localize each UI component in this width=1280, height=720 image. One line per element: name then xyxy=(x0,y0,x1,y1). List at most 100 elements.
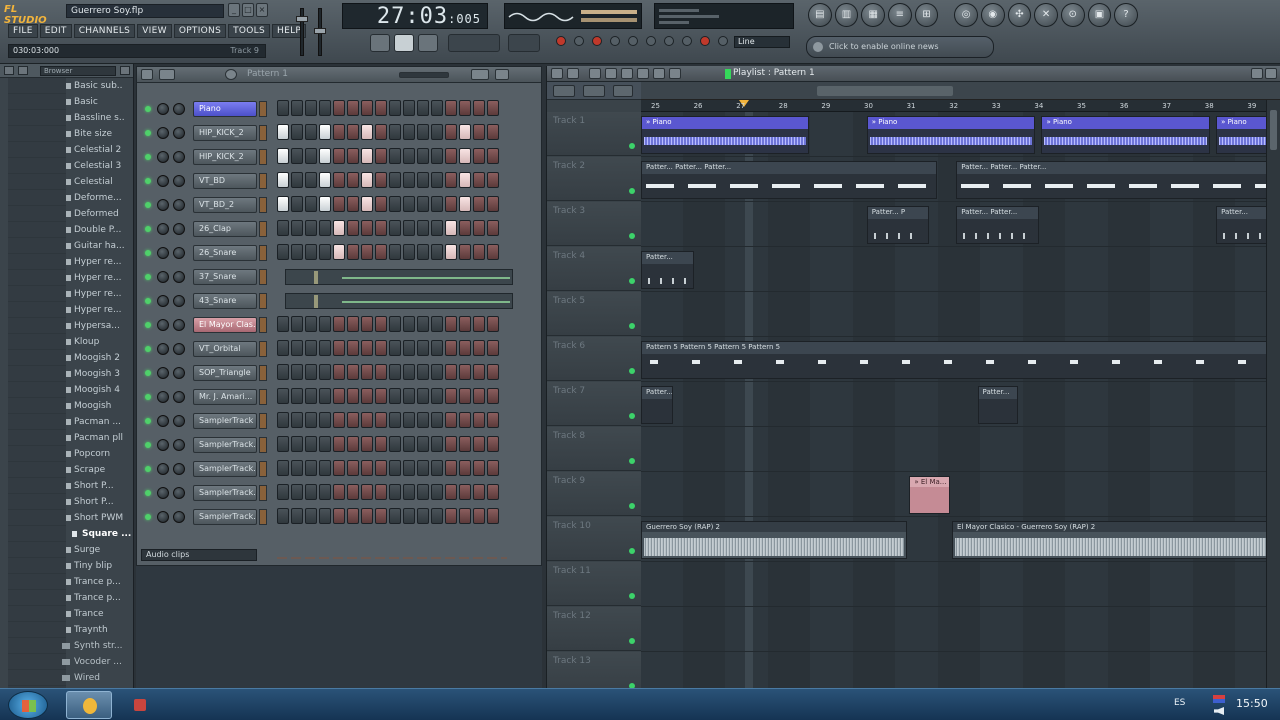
step-button[interactable] xyxy=(319,172,331,188)
step-button[interactable] xyxy=(487,100,499,116)
channel-name-button[interactable]: Mr. J. Amari... xyxy=(193,389,257,405)
step-button[interactable] xyxy=(319,484,331,500)
browser-item[interactable]: Guitar ha... xyxy=(0,238,133,254)
delete-tool-icon[interactable] xyxy=(605,68,617,79)
step-button[interactable] xyxy=(389,388,401,404)
channel-name-button[interactable]: SamplerTrack... xyxy=(193,509,257,525)
step-button[interactable] xyxy=(277,340,289,356)
step-button[interactable] xyxy=(277,436,289,452)
step-button[interactable] xyxy=(431,340,443,356)
channel-volume-knob[interactable] xyxy=(173,367,185,379)
channel-mute-led[interactable] xyxy=(145,370,151,376)
step-button[interactable] xyxy=(389,508,401,524)
slice-tool-icon[interactable] xyxy=(621,68,633,79)
step-button[interactable] xyxy=(375,124,387,140)
system-tray[interactable] xyxy=(1210,693,1228,717)
step-button[interactable] xyxy=(473,340,485,356)
channel-pan-knob[interactable] xyxy=(157,391,169,403)
info-icon[interactable]: ▣ xyxy=(1087,3,1112,27)
step-button[interactable] xyxy=(431,244,443,260)
step-button[interactable] xyxy=(277,388,289,404)
step-button[interactable] xyxy=(431,172,443,188)
step-button[interactable] xyxy=(445,148,457,164)
step-button[interactable] xyxy=(305,316,317,332)
step-button[interactable] xyxy=(403,316,415,332)
menu-file[interactable]: FILE xyxy=(8,24,38,38)
browser-item[interactable]: Moogish 4 xyxy=(0,382,133,398)
step-button[interactable] xyxy=(291,220,303,236)
step-button[interactable] xyxy=(305,100,317,116)
stop-button[interactable] xyxy=(394,34,414,52)
step-button[interactable] xyxy=(319,316,331,332)
step-button[interactable] xyxy=(459,388,471,404)
channel-mute-led[interactable] xyxy=(145,106,151,112)
track-header[interactable]: Track 2 xyxy=(547,157,641,201)
step-button[interactable] xyxy=(487,244,499,260)
step-button[interactable] xyxy=(319,436,331,452)
step-button[interactable] xyxy=(375,460,387,476)
step-button[interactable] xyxy=(445,460,457,476)
step-button[interactable] xyxy=(347,340,359,356)
step-button[interactable] xyxy=(305,364,317,380)
step-button[interactable] xyxy=(375,340,387,356)
step-button[interactable] xyxy=(305,220,317,236)
channel-mute-led[interactable] xyxy=(145,394,151,400)
step-button[interactable] xyxy=(361,364,373,380)
pattern-clip[interactable]: » Piano xyxy=(1041,116,1210,154)
browser-item[interactable]: Celestial xyxy=(0,174,133,190)
blend-notes-icon[interactable] xyxy=(628,36,638,46)
track-header[interactable]: Track 3 xyxy=(547,202,641,246)
browser-item[interactable]: Hyper re... xyxy=(0,270,133,286)
step-button[interactable] xyxy=(333,364,345,380)
step-button[interactable] xyxy=(375,100,387,116)
step-button[interactable] xyxy=(389,484,401,500)
step-button[interactable] xyxy=(277,196,289,212)
step-button[interactable] xyxy=(291,508,303,524)
step-button[interactable] xyxy=(277,484,289,500)
swing-icon[interactable] xyxy=(159,69,175,80)
step-button[interactable] xyxy=(361,220,373,236)
step-button[interactable] xyxy=(403,220,415,236)
browser-item[interactable]: Moogish 3 xyxy=(0,366,133,382)
browser-item[interactable]: Popcorn xyxy=(0,446,133,462)
channel-select-led[interactable] xyxy=(259,149,267,165)
step-button[interactable] xyxy=(333,316,345,332)
browser-selector[interactable]: Browser xyxy=(40,66,116,76)
channel-volume-knob[interactable] xyxy=(173,103,185,115)
channel-select-led[interactable] xyxy=(259,485,267,501)
step-button[interactable] xyxy=(459,436,471,452)
step-button[interactable] xyxy=(445,340,457,356)
channel-select-led[interactable] xyxy=(259,197,267,213)
step-button[interactable] xyxy=(417,172,429,188)
channel-name-button[interactable]: HIP_KICK_2 xyxy=(193,125,257,141)
step-button[interactable] xyxy=(305,484,317,500)
step-button[interactable] xyxy=(305,172,317,188)
step-button[interactable] xyxy=(361,340,373,356)
track-lane[interactable] xyxy=(641,427,1267,472)
step-button[interactable] xyxy=(403,484,415,500)
step-button[interactable] xyxy=(291,388,303,404)
step-button[interactable] xyxy=(347,196,359,212)
taskbar-clock[interactable]: 15:50 xyxy=(1236,697,1268,710)
step-button[interactable] xyxy=(361,436,373,452)
track-mute-led[interactable] xyxy=(629,593,635,599)
step-button[interactable] xyxy=(431,460,443,476)
step-button[interactable] xyxy=(487,148,499,164)
step-button[interactable] xyxy=(333,460,345,476)
step-button[interactable] xyxy=(487,316,499,332)
step-button[interactable] xyxy=(291,148,303,164)
step-button[interactable] xyxy=(375,244,387,260)
snap-select[interactable]: Line xyxy=(734,36,790,48)
playlist-ruler[interactable]: 25 26 27 28 29 30 31 32 33 34 35 36 37 38 39 xyxy=(641,100,1267,112)
step-button[interactable] xyxy=(417,412,429,428)
step-button[interactable] xyxy=(375,220,387,236)
playlist-close-icon[interactable] xyxy=(1265,68,1277,79)
step-button[interactable] xyxy=(445,388,457,404)
channel-name-button[interactable]: HIP_KICK_2 xyxy=(193,149,257,165)
close-button[interactable]: × xyxy=(256,3,268,17)
track-mute-led[interactable] xyxy=(629,143,635,149)
channel-select-led[interactable] xyxy=(259,293,267,309)
step-button[interactable] xyxy=(361,484,373,500)
step-button[interactable] xyxy=(375,484,387,500)
pattern-clip[interactable]: Patter... Patter... Patter... xyxy=(641,161,938,199)
